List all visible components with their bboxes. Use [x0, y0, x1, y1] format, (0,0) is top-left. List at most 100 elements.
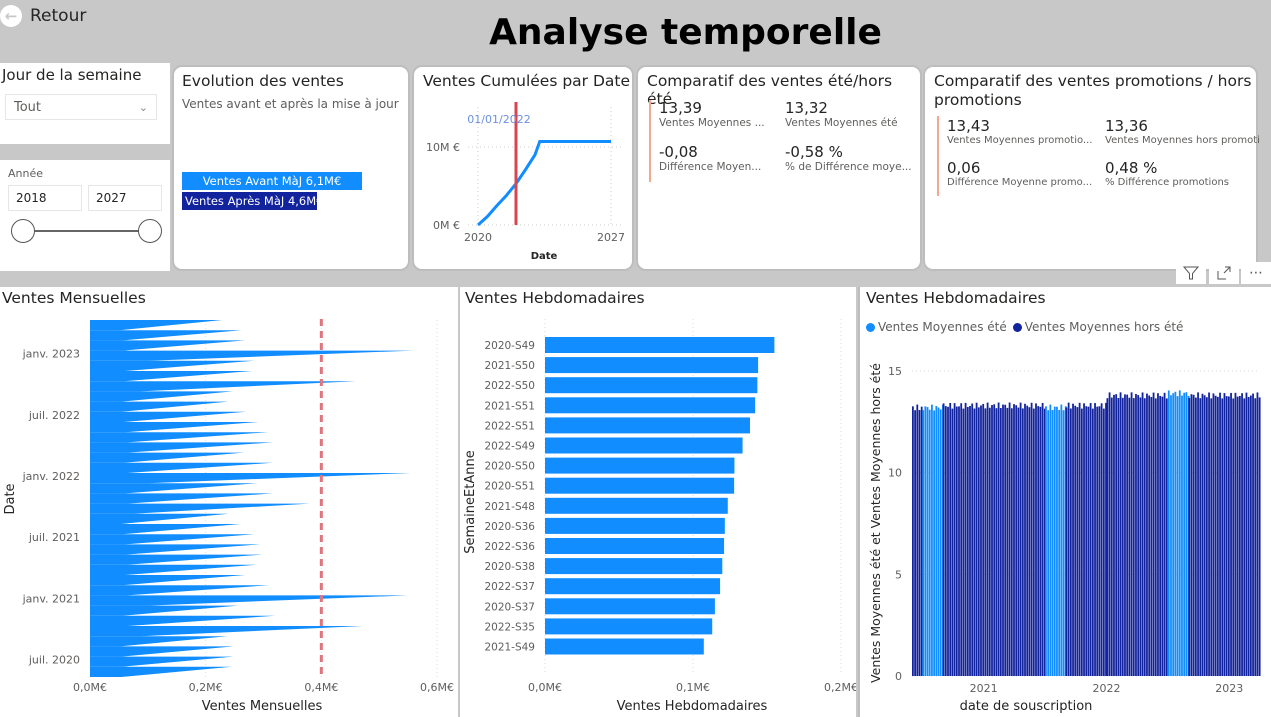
column-bar[interactable] [1083, 403, 1085, 676]
weekly-bar[interactable] [545, 417, 750, 434]
column-bar[interactable] [1225, 396, 1228, 676]
column-bar[interactable] [1192, 394, 1195, 676]
weekly-bar[interactable] [545, 618, 713, 635]
monthly-bar[interactable] [90, 432, 269, 443]
column-bar[interactable] [1015, 405, 1018, 676]
column-bar[interactable] [949, 402, 952, 676]
weekly-bar[interactable] [545, 457, 735, 474]
column-bar[interactable] [1047, 410, 1050, 676]
weekly-bar[interactable] [545, 578, 721, 595]
monthly-bar[interactable] [90, 330, 242, 341]
column-bar[interactable] [1030, 402, 1033, 676]
monthly-bar[interactable] [90, 615, 276, 626]
column-bar[interactable] [960, 403, 963, 676]
monthly-bar[interactable] [90, 605, 239, 616]
column-bar[interactable] [1049, 404, 1052, 676]
column-bar[interactable] [1119, 392, 1122, 676]
column-bar[interactable] [999, 408, 1002, 676]
column-bar[interactable] [982, 403, 985, 676]
monthly-bar[interactable] [90, 442, 273, 453]
column-bar[interactable] [1256, 392, 1259, 676]
monthly-bar[interactable] [90, 493, 273, 504]
column-bar[interactable] [1249, 395, 1252, 676]
column-bar[interactable] [931, 404, 933, 676]
year-to-input[interactable]: 2027 [88, 185, 162, 211]
column-bar[interactable] [958, 406, 960, 676]
weekly-bar[interactable] [545, 538, 725, 554]
column-bar[interactable] [1194, 397, 1197, 676]
column-bar[interactable] [951, 408, 954, 676]
column-bar[interactable] [1183, 392, 1186, 676]
column-bar[interactable] [1181, 395, 1183, 676]
monthly-bar[interactable] [90, 452, 244, 463]
column-bar[interactable] [1167, 390, 1170, 676]
column-bar[interactable] [911, 406, 914, 676]
column-bar[interactable] [1062, 410, 1065, 676]
column-bar[interactable] [1188, 397, 1191, 676]
column-bar[interactable] [1141, 392, 1144, 676]
column-bar[interactable] [1201, 393, 1204, 676]
filter-icon[interactable] [1176, 262, 1206, 284]
column-bar[interactable] [1098, 406, 1101, 676]
monthly-bar[interactable] [90, 544, 261, 555]
column-bar[interactable] [1069, 408, 1072, 676]
column-bar[interactable] [1163, 392, 1166, 676]
column-bar[interactable] [975, 402, 978, 676]
column-bar[interactable] [1216, 396, 1219, 676]
column-bar[interactable] [1139, 397, 1142, 676]
column-bar[interactable] [1060, 404, 1063, 676]
column-bar[interactable] [973, 408, 976, 676]
column-bar[interactable] [1245, 392, 1248, 676]
column-bar[interactable] [1205, 397, 1208, 676]
monthly-bar[interactable] [90, 656, 234, 667]
column-bar[interactable] [1258, 397, 1261, 676]
monthly-bar[interactable] [90, 666, 232, 677]
monthly-bar[interactable] [90, 534, 255, 545]
column-bar[interactable] [935, 405, 938, 676]
bar-after-update[interactable]: Ventes Après MàJ 4,6M€ [182, 192, 323, 210]
weekly-bar[interactable] [545, 397, 756, 414]
column-bar[interactable] [1013, 404, 1015, 676]
column-bar[interactable] [1065, 407, 1068, 676]
column-bar[interactable] [1026, 405, 1029, 676]
monthly-bar[interactable] [90, 391, 233, 402]
column-bar[interactable] [1210, 398, 1213, 676]
column-bar[interactable] [1214, 395, 1217, 676]
year-from-input[interactable]: 2018 [8, 185, 82, 211]
monthly-bar[interactable] [90, 360, 255, 371]
monthly-bar[interactable] [90, 401, 229, 412]
column-bar[interactable] [1017, 407, 1020, 676]
weekly-bar[interactable] [545, 497, 728, 514]
column-bar[interactable] [942, 403, 945, 676]
column-bar[interactable] [1087, 406, 1090, 676]
column-bar[interactable] [1161, 396, 1164, 676]
column-bar[interactable] [1124, 394, 1126, 676]
monthly-bar[interactable] [90, 503, 310, 514]
column-bar[interactable] [1078, 402, 1081, 676]
column-bar[interactable] [1230, 392, 1232, 676]
monthly-bar[interactable] [90, 524, 241, 535]
column-bar[interactable] [1172, 393, 1175, 676]
column-bar[interactable] [1106, 398, 1109, 676]
column-bar[interactable] [1102, 408, 1105, 676]
column-bar[interactable] [1117, 397, 1120, 676]
column-bar[interactable] [1067, 402, 1070, 676]
column-bar[interactable] [1058, 409, 1061, 676]
column-bar[interactable] [1053, 406, 1056, 676]
column-bar[interactable] [1074, 405, 1077, 676]
weekly-bar[interactable] [545, 477, 735, 494]
weekly-bar[interactable] [545, 437, 743, 454]
column-bar[interactable] [1019, 402, 1022, 676]
column-bar[interactable] [966, 406, 969, 676]
column-bar[interactable] [1006, 407, 1009, 676]
column-bar[interactable] [947, 406, 949, 676]
column-bar[interactable] [1234, 392, 1237, 676]
column-bar[interactable] [926, 407, 929, 676]
column-bar[interactable] [1041, 402, 1044, 676]
column-bar[interactable] [1089, 403, 1092, 676]
column-bar[interactable] [1008, 402, 1011, 676]
monthly-bar[interactable] [90, 462, 273, 473]
column-bar[interactable] [1197, 392, 1199, 676]
column-bar[interactable] [1252, 393, 1254, 676]
column-bar[interactable] [918, 410, 921, 676]
